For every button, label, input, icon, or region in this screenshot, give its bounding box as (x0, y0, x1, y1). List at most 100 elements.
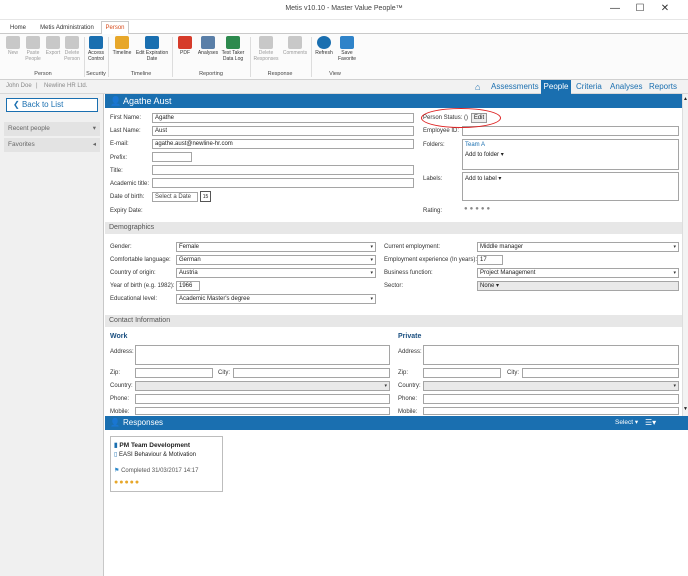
private-city-field[interactable] (522, 368, 679, 378)
work-heading: Work (110, 333, 128, 340)
refresh-button[interactable]: Refresh (313, 36, 335, 57)
rating-dots[interactable]: ●●●●● (464, 206, 492, 212)
labels-box: Add to label ▾ (462, 172, 679, 201)
delete-responses-button[interactable]: Delete Responses (252, 36, 280, 62)
nav-criteria[interactable]: Criteria (576, 80, 604, 94)
analyses-button[interactable]: Analyses (196, 36, 220, 57)
email-field[interactable]: agathe.aust@newline-hr.com (152, 139, 414, 149)
sector-select[interactable]: None ▾ (477, 281, 679, 291)
year-of-birth-field[interactable]: 1966 (176, 281, 200, 291)
paste-people-button[interactable]: Paste People (22, 36, 44, 62)
test-taker-data-log-button[interactable]: Test Taker Data Log (220, 36, 246, 62)
back-arrow-icon: ❮ (13, 100, 22, 109)
comments-button[interactable]: Comments (281, 36, 309, 57)
new-button[interactable]: New (4, 36, 22, 57)
tab-metis-administration[interactable]: Metis Administration (36, 22, 98, 34)
work-phone-field[interactable] (135, 394, 390, 404)
home-icon[interactable]: ⌂ (475, 80, 487, 94)
select-dropdown[interactable]: Select ▾ (615, 416, 638, 430)
add-to-label-link[interactable]: Add to label ▾ (465, 175, 501, 182)
first-name-field[interactable]: Agathe (152, 113, 414, 123)
experience-field[interactable]: 17 (477, 255, 503, 265)
private-phone-field[interactable] (423, 394, 679, 404)
gender-select[interactable]: Female ▾ (176, 242, 376, 252)
list-menu-icon[interactable]: ☰▾ (645, 416, 656, 430)
recent-people-section[interactable]: Recent people ▾ (4, 122, 100, 136)
country-select[interactable]: Austria ▾ (176, 268, 376, 278)
title-label: Title: (110, 168, 123, 174)
team-icon: ▮ (114, 442, 118, 449)
private-zip-field[interactable] (423, 368, 501, 378)
dropdown-arrow-icon: ▾ (673, 244, 676, 250)
demographics-section: Demographics (105, 222, 683, 234)
nav-assessments[interactable]: Assessments (491, 80, 541, 94)
year-of-birth-label: Year of birth (e.g. 1982): (110, 283, 175, 289)
dropdown-arrow-icon: ▾ (673, 383, 676, 389)
pdf-button[interactable]: PDF (175, 36, 195, 57)
private-address-label: Address: (398, 349, 422, 355)
maximize-button[interactable]: ☐ (633, 3, 647, 15)
back-to-list-button[interactable]: ❮ Back to List (6, 98, 98, 112)
delete-person-button[interactable]: Delete Person (62, 36, 82, 62)
responses-title: Responses (123, 418, 164, 427)
employee-id-field[interactable] (462, 126, 679, 136)
folder-tag[interactable]: Team A (465, 142, 485, 148)
work-country-select[interactable]: ▾ (135, 381, 390, 391)
company-name: Newline HR Ltd. (44, 83, 88, 89)
title-field[interactable] (152, 165, 414, 175)
group-person: Person (34, 71, 52, 77)
work-city-field[interactable] (233, 368, 390, 378)
employment-select[interactable]: Middle manager ▾ (477, 242, 679, 252)
language-select[interactable]: German ▾ (176, 255, 376, 265)
minimize-button[interactable]: — (608, 3, 622, 15)
work-zip-label: Zip: (110, 370, 121, 376)
education-select[interactable]: Academic Master's degree ▾ (176, 294, 376, 304)
scroll-up-icon[interactable]: ▲ (683, 96, 688, 102)
folders-box: Team A Add to folder ▾ (462, 139, 679, 170)
academic-title-label: Academic title: (110, 181, 150, 187)
nav-analyses[interactable]: Analyses (610, 80, 644, 94)
export-button[interactable]: Export (44, 36, 62, 57)
work-country-label: Country: (110, 383, 133, 389)
dob-field[interactable]: Select a Date (152, 192, 198, 202)
timeline-button[interactable]: Timeline (110, 36, 134, 57)
sector-label: Sector: (384, 283, 404, 289)
nav-people[interactable]: People (541, 80, 571, 94)
work-mobile-field[interactable] (135, 407, 390, 415)
tab-home[interactable]: Home (4, 22, 32, 34)
last-name-field[interactable]: Aust (152, 126, 414, 136)
private-mobile-field[interactable] (423, 407, 679, 415)
private-country-select[interactable]: ▾ (423, 381, 679, 391)
scroll-down-icon[interactable]: ▼ (683, 406, 688, 412)
business-function-select[interactable]: Project Management ▾ (477, 268, 679, 278)
calendar-icon[interactable]: 15 (200, 191, 211, 202)
work-address-field[interactable] (135, 345, 390, 365)
group-security: Security (86, 71, 106, 77)
paste-icon (26, 36, 40, 49)
favorites-section[interactable]: Favorites ◂ (4, 138, 100, 152)
ribbon: New Paste People Export Delete Person Ac… (0, 34, 688, 80)
export-icon (46, 36, 60, 49)
access-control-button[interactable]: Access Control (86, 36, 106, 62)
private-address-field[interactable] (423, 345, 679, 365)
prefix-field[interactable] (152, 152, 192, 162)
star-icon (340, 36, 354, 49)
new-person-icon (6, 36, 20, 49)
person-header: 👤 Agathe Aust (105, 94, 683, 108)
edit-expiration-date-button[interactable]: Edit Expiration Date (134, 36, 170, 62)
response-card[interactable]: ▮ PM Team Development ▯ EASI Behaviour &… (110, 436, 223, 492)
academic-title-field[interactable] (152, 178, 414, 188)
business-function-label: Business function: (384, 270, 433, 276)
rating-label: Rating: (423, 208, 443, 214)
nav-reports[interactable]: Reports (649, 80, 679, 94)
add-to-folder-link[interactable]: Add to folder ▾ (465, 151, 504, 158)
title-bar: Metis v10.10 - Master Value People™ — ☐ … (0, 0, 688, 20)
vertical-scrollbar[interactable]: ▲ ▼ (682, 94, 688, 416)
private-city-label: City: (507, 370, 519, 376)
work-zip-field[interactable] (135, 368, 213, 378)
lock-icon (89, 36, 103, 49)
close-button[interactable]: ✕ (658, 3, 672, 15)
tab-person[interactable]: Person (101, 21, 129, 35)
save-favorite-button[interactable]: Save Favorite (336, 36, 358, 62)
refresh-icon (317, 36, 331, 49)
